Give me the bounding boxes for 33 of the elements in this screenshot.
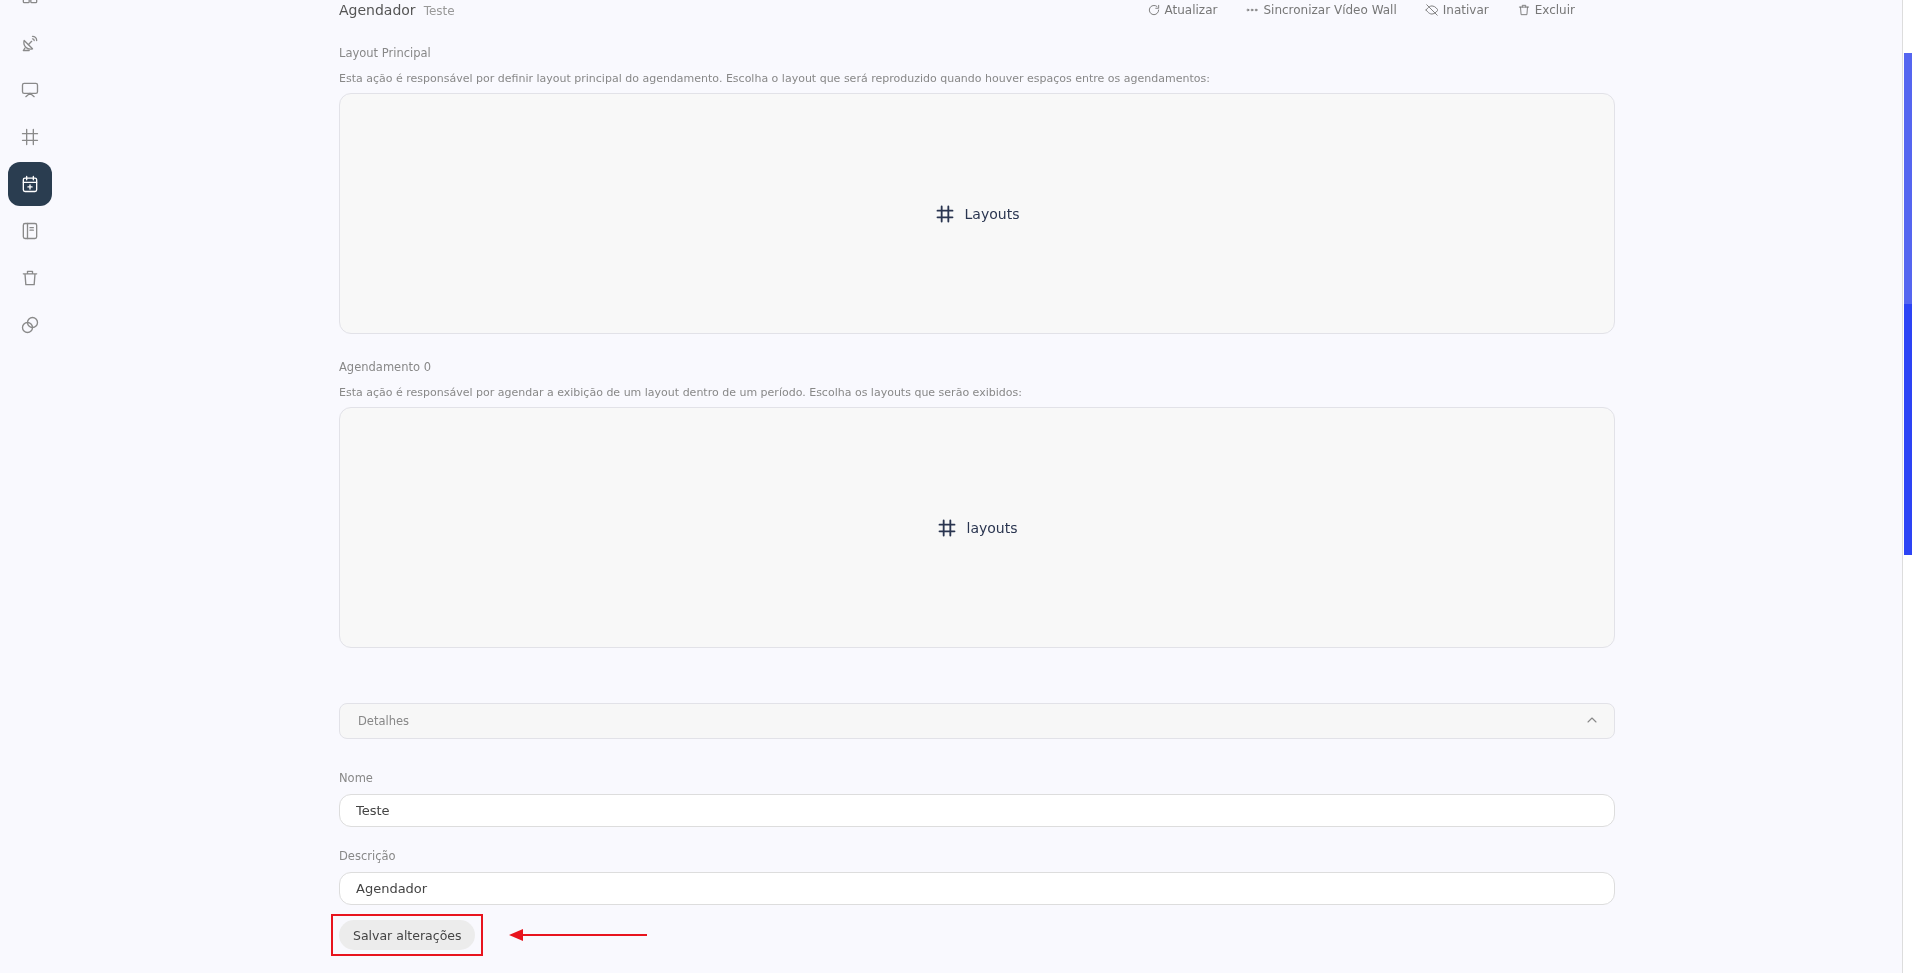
scrollbar[interactable] [1902,0,1912,973]
frame-icon [20,127,40,147]
satellite-dish-icon [20,33,40,53]
trash-icon [1516,3,1531,17]
trash-icon [20,268,40,288]
section-description: Esta ação é responsável por definir layout principal do agendamento. Escolha o layout que será reproduzido quando houver espaços entre os agendamentos: [339,72,1211,85]
field-label: Descrição [339,849,397,863]
section-title: Agendamento 0 [339,360,432,374]
input-field[interactable]: Teste [339,794,1615,827]
monitor-icon [20,80,40,100]
toolbar-action[interactable]: Excluir [1516,3,1575,17]
input-field[interactable]: Agendador [339,872,1615,905]
field-label: Nome [339,771,374,785]
section-description: Esta ação é responsável por agendar a exibição de um layout dentro de um período. Escolha os layouts que serão exibidos: [339,386,1023,399]
frame-icon [934,203,955,224]
toolbar-action[interactable]: Inativar [1424,3,1489,17]
layouts-button[interactable]: layouts [934,515,1020,540]
action-label: Inativar [1442,3,1489,17]
page-title: Agendador [339,2,416,18]
notebook-icon [20,221,40,241]
action-label: Excluir [1534,3,1575,17]
section-title: Layout Principal [339,46,432,60]
toolbar-action[interactable]: Atualizar [1146,3,1218,17]
save-button[interactable]: Salvar alterações [339,920,476,950]
refresh-icon [1146,3,1161,17]
page-subtitle: Teste [423,4,455,18]
layouts-button[interactable]: Layouts [932,201,1022,226]
frame-icon [936,517,957,538]
sidebar-item[interactable] [8,162,52,206]
overlapping-circles-icon [20,315,40,335]
calendar-plus-icon [20,174,40,194]
action-label: Atualizar [1164,3,1218,17]
eye-off-icon [1424,3,1439,17]
